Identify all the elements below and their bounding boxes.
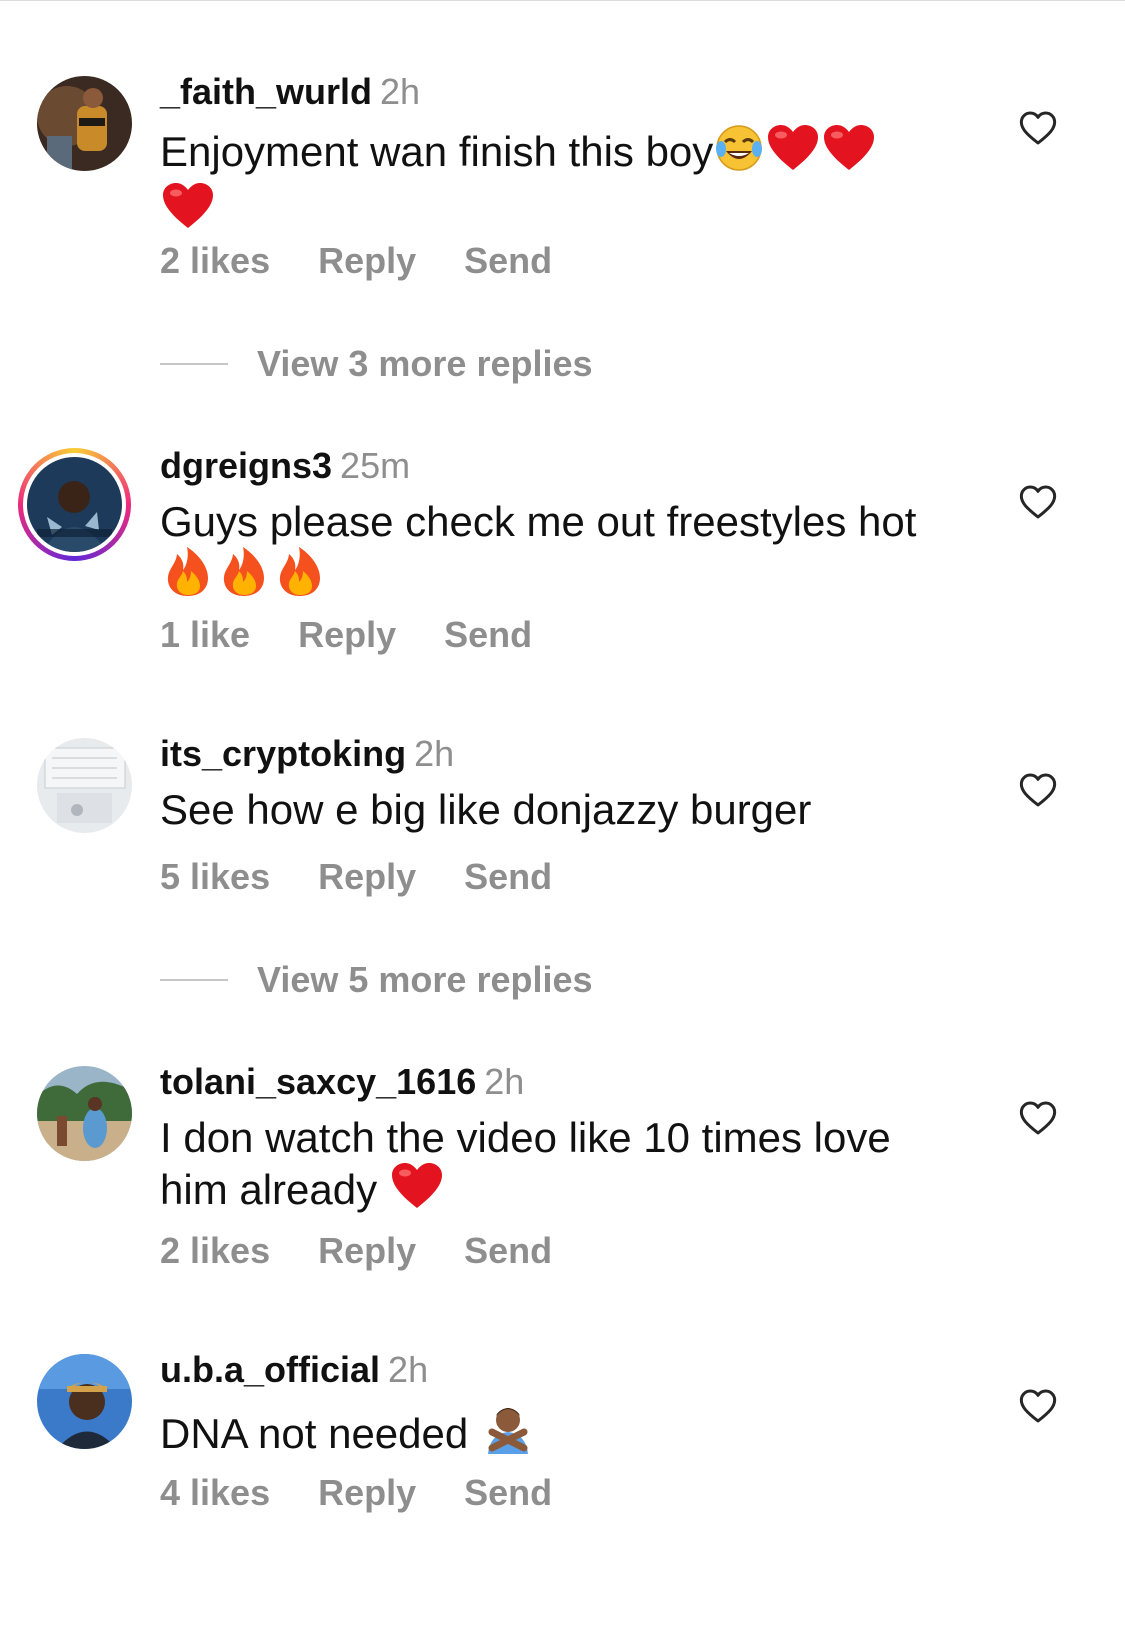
red-heart-icon bbox=[765, 124, 821, 182]
comment-actions: 2 likes Reply Send bbox=[160, 1230, 600, 1272]
send-button[interactable]: Send bbox=[464, 240, 552, 281]
replies-divider bbox=[160, 363, 228, 365]
avatar-story-ring[interactable] bbox=[18, 448, 131, 561]
like-heart-icon[interactable] bbox=[1018, 770, 1058, 810]
comment-actions: 2 likes Reply Send bbox=[160, 240, 600, 282]
reply-button[interactable]: Reply bbox=[318, 856, 416, 897]
avatar[interactable] bbox=[37, 1354, 132, 1449]
username[interactable]: u.b.a_official bbox=[160, 1349, 380, 1390]
avatar bbox=[27, 457, 122, 552]
comment-text-content: DNA not needed bbox=[160, 1410, 469, 1457]
reply-button[interactable]: Reply bbox=[318, 240, 416, 281]
comment-header: _faith_wurld 2h bbox=[160, 72, 420, 112]
comment-header: tolani_saxcy_1616 2h bbox=[160, 1062, 524, 1102]
comment-text-content: See how e big like donjazzy burger bbox=[160, 786, 812, 833]
comment-text: Guys please check me out freestyles hot bbox=[160, 498, 960, 608]
avatar[interactable] bbox=[37, 738, 132, 833]
comment-header: its_cryptoking 2h bbox=[160, 734, 454, 774]
likes-count[interactable]: 2 likes bbox=[160, 1230, 270, 1271]
replies-divider bbox=[160, 979, 228, 981]
likes-count[interactable]: 1 like bbox=[160, 614, 250, 655]
likes-count[interactable]: 4 likes bbox=[160, 1472, 270, 1513]
username[interactable]: dgreigns3 bbox=[160, 445, 332, 486]
comment-text: Enjoyment wan finish this boy bbox=[160, 124, 960, 240]
like-heart-icon[interactable] bbox=[1018, 108, 1058, 148]
comment-text-content: Enjoyment wan finish this boy bbox=[160, 128, 714, 175]
like-heart-icon[interactable] bbox=[1018, 1098, 1058, 1138]
comment-header: u.b.a_official 2h bbox=[160, 1350, 428, 1390]
timestamp: 2h bbox=[380, 71, 421, 112]
comment-header: dgreigns3 25m bbox=[160, 446, 410, 486]
red-heart-icon bbox=[821, 124, 877, 182]
timestamp: 25m bbox=[340, 445, 411, 486]
comment-text: DNA not needed bbox=[160, 1402, 960, 1464]
face-with-tears-of-joy-icon bbox=[713, 124, 765, 182]
comment-actions: 4 likes Reply Send bbox=[160, 1472, 600, 1514]
comment-text-content: Guys please check me out freestyles hot bbox=[160, 498, 917, 545]
timestamp: 2h bbox=[484, 1061, 525, 1102]
fire-icon bbox=[272, 546, 328, 608]
avatar[interactable] bbox=[37, 76, 132, 171]
timestamp: 2h bbox=[414, 733, 455, 774]
send-button[interactable]: Send bbox=[444, 614, 532, 655]
comment-actions: 5 likes Reply Send bbox=[160, 856, 600, 898]
timestamp: 2h bbox=[388, 1349, 429, 1390]
reply-button[interactable]: Reply bbox=[318, 1472, 416, 1513]
username[interactable]: _faith_wurld bbox=[160, 71, 372, 112]
likes-count[interactable]: 5 likes bbox=[160, 856, 270, 897]
comment-text: I don watch the video like 10 times love… bbox=[160, 1114, 960, 1220]
fire-icon bbox=[216, 546, 272, 608]
like-heart-icon[interactable] bbox=[1018, 482, 1058, 522]
view-replies-label[interactable]: View 3 more replies bbox=[257, 342, 593, 386]
reply-button[interactable]: Reply bbox=[298, 614, 396, 655]
view-replies-label[interactable]: View 5 more replies bbox=[257, 958, 593, 1002]
send-button[interactable]: Send bbox=[464, 856, 552, 897]
comment-text: See how e big like donjazzy burger bbox=[160, 786, 960, 834]
avatar[interactable] bbox=[37, 1066, 132, 1161]
username[interactable]: tolani_saxcy_1616 bbox=[160, 1061, 476, 1102]
like-heart-icon[interactable] bbox=[1018, 1386, 1058, 1426]
red-heart-icon bbox=[389, 1162, 445, 1220]
send-button[interactable]: Send bbox=[464, 1472, 552, 1513]
top-divider bbox=[0, 0, 1125, 1]
username[interactable]: its_cryptoking bbox=[160, 733, 406, 774]
person-gesturing-no-icon bbox=[480, 1402, 536, 1464]
reply-button[interactable]: Reply bbox=[318, 1230, 416, 1271]
comment-actions: 1 like Reply Send bbox=[160, 614, 580, 656]
fire-icon bbox=[160, 546, 216, 608]
likes-count[interactable]: 2 likes bbox=[160, 240, 270, 281]
send-button[interactable]: Send bbox=[464, 1230, 552, 1271]
red-heart-icon bbox=[160, 182, 216, 240]
comment-text-content: I don watch the video like 10 times love… bbox=[160, 1114, 891, 1213]
